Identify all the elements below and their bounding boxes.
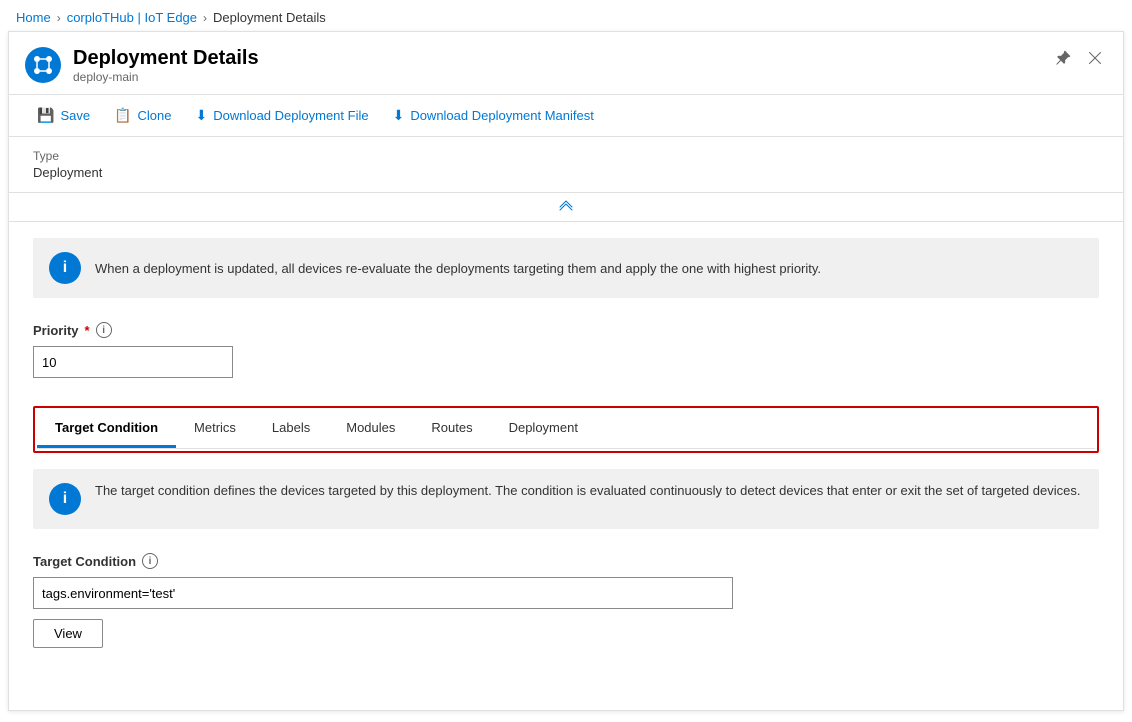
clone-label: Clone <box>138 108 172 123</box>
target-condition-input[interactable] <box>33 577 733 609</box>
info-banner: i When a deployment is updated, all devi… <box>33 238 1099 298</box>
save-button[interactable]: 💾 Save <box>25 101 102 130</box>
download-manifest-icon: ⬇ <box>393 107 405 124</box>
breadcrumb-hub[interactable]: corploTHub | IoT Edge <box>67 10 197 25</box>
target-condition-label-text: Target Condition <box>33 554 136 569</box>
tab-target-condition[interactable]: Target Condition <box>37 410 176 448</box>
panel-title-area: Deployment Details deploy-main <box>25 46 259 84</box>
info-banner-text: When a deployment is updated, all device… <box>95 261 821 276</box>
tab-routes[interactable]: Routes <box>413 410 490 448</box>
content-area: Type Deployment i When a deployment is u… <box>9 137 1123 710</box>
breadcrumb-sep-1: › <box>57 11 61 25</box>
priority-label-row: Priority * i <box>33 322 1099 338</box>
priority-info-icon: i <box>96 322 112 338</box>
panel-actions-top <box>1051 46 1107 70</box>
target-condition-section: Target Condition i View <box>9 545 1123 664</box>
type-label: Type <box>33 149 1099 163</box>
priority-label-text: Priority <box>33 323 79 338</box>
download-file-label: Download Deployment File <box>213 108 368 123</box>
collapse-button[interactable] <box>9 193 1123 222</box>
target-info-banner: i The target condition defines the devic… <box>33 469 1099 529</box>
breadcrumb: Home › corploTHub | IoT Edge › Deploymen… <box>0 0 1132 31</box>
target-condition-info-icon: i <box>142 553 158 569</box>
breadcrumb-sep-2: › <box>203 11 207 25</box>
clone-button[interactable]: 📋 Clone <box>102 101 183 130</box>
tab-modules[interactable]: Modules <box>328 410 413 448</box>
tabs-container: Target Condition Metrics Labels Modules … <box>33 406 1099 453</box>
download-file-icon: ⬇ <box>195 107 207 124</box>
panel-title-block: Deployment Details deploy-main <box>73 46 259 84</box>
tab-deployment[interactable]: Deployment <box>491 410 596 448</box>
priority-input[interactable] <box>33 346 233 378</box>
download-file-button[interactable]: ⬇ Download Deployment File <box>183 101 380 130</box>
priority-section: Priority * i <box>9 314 1123 394</box>
target-info-icon: i <box>49 483 81 515</box>
breadcrumb-home[interactable]: Home <box>16 10 51 25</box>
type-section: Type Deployment <box>9 137 1123 193</box>
type-value: Deployment <box>33 165 1099 180</box>
tab-metrics[interactable]: Metrics <box>176 410 254 448</box>
panel-icon <box>25 47 61 83</box>
download-manifest-button[interactable]: ⬇ Download Deployment Manifest <box>381 101 606 130</box>
tabs: Target Condition Metrics Labels Modules … <box>37 410 1095 449</box>
info-banner-icon: i <box>49 252 81 284</box>
tab-labels[interactable]: Labels <box>254 410 328 448</box>
priority-required: * <box>85 323 90 338</box>
pin-button[interactable] <box>1051 46 1075 70</box>
toolbar: 💾 Save 📋 Clone ⬇ Download Deployment Fil… <box>9 95 1123 137</box>
clone-icon: 📋 <box>114 107 131 124</box>
deployment-details-panel: Deployment Details deploy-main 💾 Save 📋 <box>8 31 1124 711</box>
breadcrumb-current: Deployment Details <box>213 10 326 25</box>
download-manifest-label: Download Deployment Manifest <box>410 108 594 123</box>
panel-title: Deployment Details <box>73 46 259 70</box>
panel-header: Deployment Details deploy-main <box>9 32 1123 95</box>
view-button[interactable]: View <box>33 619 103 648</box>
close-button[interactable] <box>1083 46 1107 70</box>
panel-subtitle: deploy-main <box>73 70 259 84</box>
save-label: Save <box>60 108 90 123</box>
target-info-text: The target condition defines the devices… <box>95 483 1080 498</box>
save-icon: 💾 <box>37 107 54 124</box>
target-condition-label-row: Target Condition i <box>33 553 1099 569</box>
